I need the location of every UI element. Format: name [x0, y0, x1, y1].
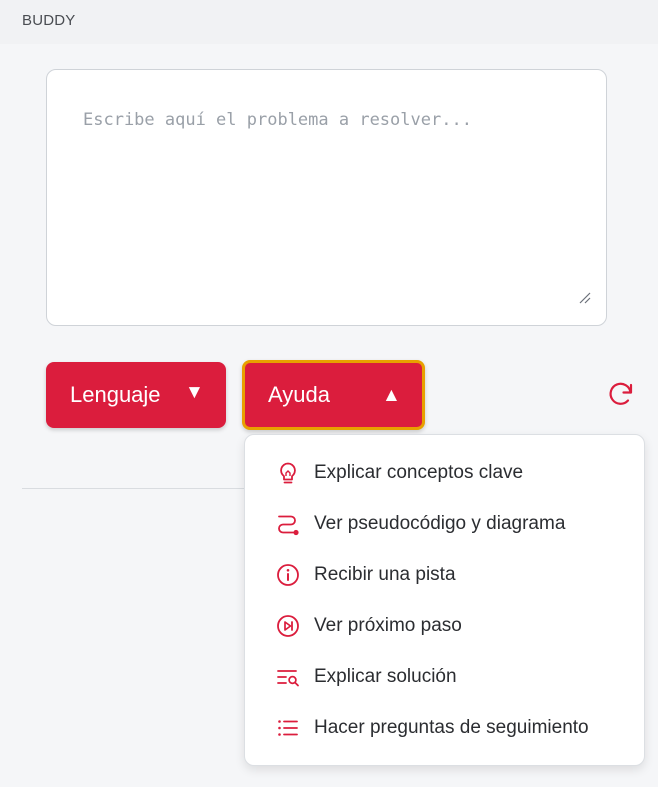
- language-dropdown-button[interactable]: Lenguaje ▼: [46, 362, 226, 428]
- menu-item-label: Explicar solución: [314, 666, 457, 687]
- menu-item-follow-up[interactable]: Hacer preguntas de seguimiento: [245, 702, 644, 753]
- menu-item-explain-concepts[interactable]: Explicar conceptos clave: [245, 447, 644, 498]
- menu-item-hint[interactable]: Recibir una pista: [245, 549, 644, 600]
- app-title: BUDDY: [22, 12, 76, 29]
- menu-item-explain-solution[interactable]: Explicar solución: [245, 651, 644, 702]
- info-icon: [277, 564, 299, 586]
- menu-item-label: Ver pseudocódigo y diagrama: [314, 513, 566, 534]
- menu-item-label: Hacer preguntas de seguimiento: [314, 717, 589, 738]
- problem-input[interactable]: [46, 69, 607, 326]
- top-bar: BUDDY: [0, 0, 658, 44]
- menu-item-label: Recibir una pista: [314, 564, 456, 585]
- lightbulb-icon: [280, 462, 296, 484]
- skip-next-icon: [277, 615, 299, 637]
- menu-item-next-step[interactable]: Ver próximo paso: [245, 600, 644, 651]
- menu-item-pseudocode[interactable]: Ver pseudocódigo y diagrama: [245, 498, 644, 549]
- help-menu: Explicar conceptos clave Ver pseudocódig…: [244, 434, 645, 766]
- menu-item-label: Ver próximo paso: [314, 615, 462, 636]
- divider: [22, 488, 252, 489]
- list-icon: [278, 720, 298, 736]
- resize-handle-icon[interactable]: [577, 290, 591, 304]
- menu-item-label: Explicar conceptos clave: [314, 462, 524, 483]
- refresh-icon[interactable]: [606, 379, 636, 409]
- help-button-label: Ayuda: [268, 382, 330, 407]
- language-button-label: Lenguaje: [70, 382, 161, 407]
- chevron-down-icon: ▼: [185, 382, 204, 403]
- route-icon: [278, 515, 299, 536]
- help-dropdown-button[interactable]: Ayuda ▲: [242, 360, 425, 430]
- chevron-up-icon: ▲: [382, 385, 401, 406]
- list-search-icon: [277, 670, 299, 687]
